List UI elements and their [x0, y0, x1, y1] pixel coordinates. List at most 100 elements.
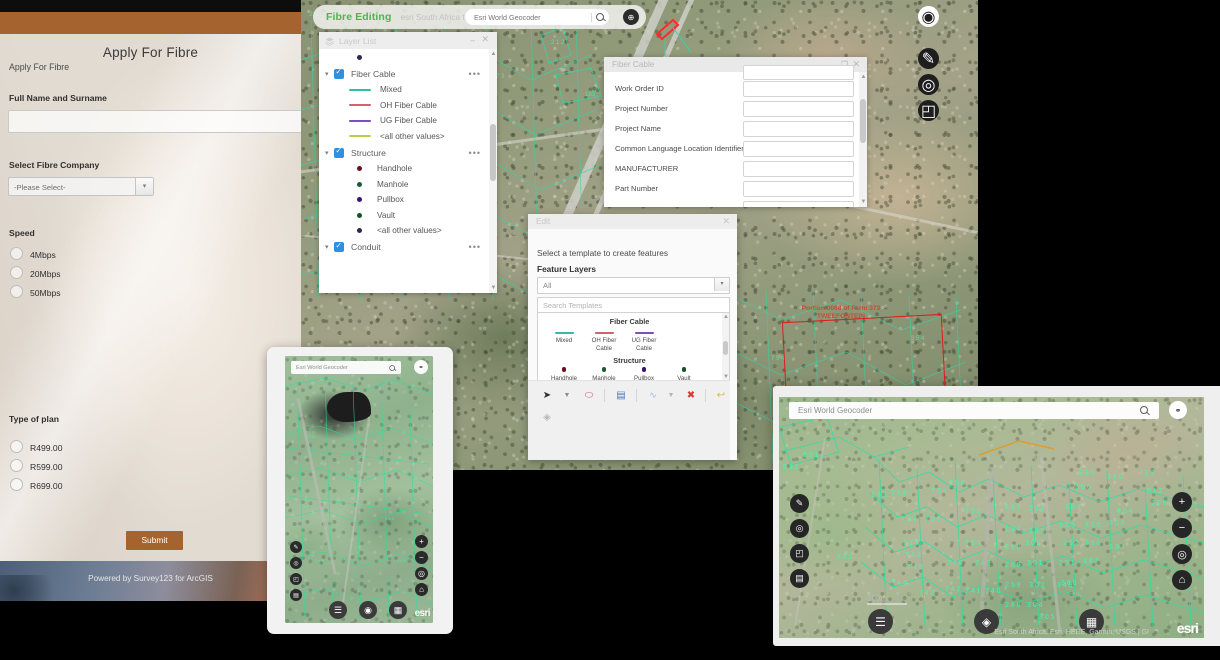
list-item[interactable]: Pullbox — [319, 192, 489, 208]
list-item[interactable]: OH Fiber Cable — [319, 98, 489, 114]
measure-icon[interactable]: ◎ — [918, 74, 939, 95]
layer-group-conduit[interactable]: ▾ Conduit ••• — [319, 239, 489, 256]
template-gallery[interactable]: Fiber Cable Mixed OH Fiber Cable UG Fibe… — [537, 312, 730, 382]
link-icon[interactable]: ⚭ — [414, 360, 428, 374]
basemap-icon[interactable]: ◰ — [790, 544, 809, 563]
project-number-input[interactable] — [743, 101, 854, 117]
part-number-input[interactable] — [743, 181, 854, 197]
template-search-input[interactable]: Search Templates — [537, 297, 730, 313]
attribute-input-partial[interactable] — [743, 65, 854, 80]
legend-icon[interactable]: ▤ — [290, 589, 302, 601]
delete-tool-icon[interactable]: ✖ — [683, 387, 699, 403]
search-icon[interactable] — [1136, 403, 1153, 419]
list-item[interactable] — [319, 49, 489, 65]
eraser-tool-icon[interactable]: ⬭ — [581, 387, 597, 403]
layer-visibility-checkbox[interactable] — [334, 69, 344, 79]
list-item[interactable]: Mixed — [319, 82, 489, 98]
snapping-tool-icon[interactable]: ◈ — [539, 409, 555, 425]
speed-option-50mbps[interactable]: 50Mbps — [10, 285, 61, 298]
basemap-icon[interactable]: ◰ — [290, 573, 302, 585]
basemap-gallery-icon[interactable]: ◉ — [359, 601, 377, 619]
list-item[interactable]: <all other values> — [319, 129, 489, 145]
chevron-down-icon[interactable]: ▾ — [325, 243, 334, 251]
locate-icon[interactable]: ◎ — [415, 567, 428, 580]
speed-option-4mbps[interactable]: 4Mbps — [10, 247, 56, 260]
edit-icon[interactable]: ✎ — [290, 541, 302, 553]
scroll-up-icon[interactable]: ▲ — [861, 74, 867, 80]
geocoder-search-box[interactable] — [465, 9, 609, 25]
attribute-panel-scrollbar[interactable]: ▲ ▼ — [859, 72, 867, 207]
clli-input[interactable] — [743, 141, 854, 157]
radio-button[interactable] — [10, 247, 23, 260]
globe-icon[interactable]: ⊕ — [623, 9, 639, 25]
plan-option-r599[interactable]: R599.00 — [10, 459, 63, 472]
attribute-row-part-number[interactable]: Part Number — [604, 179, 859, 199]
layer-group-fiber-cable[interactable]: ▾ Fiber Cable ••• — [319, 65, 489, 82]
chevron-down-icon[interactable]: ▾ — [714, 278, 729, 291]
radio-button[interactable] — [10, 459, 23, 472]
project-name-input[interactable] — [743, 121, 854, 137]
legend-icon[interactable]: ▤ — [790, 569, 809, 588]
template-item-oh-fiber-cable[interactable]: OH Fiber Cable — [586, 332, 622, 352]
home-icon[interactable]: ⌂ — [1172, 570, 1192, 590]
zoom-in-icon[interactable]: + — [415, 535, 428, 548]
tablet-search-box[interactable]: Esri World Geocoder — [789, 402, 1159, 419]
select-tool-icon[interactable]: ➤ — [539, 387, 555, 403]
radio-button[interactable] — [10, 478, 23, 491]
ellipsis-icon[interactable]: ••• — [469, 69, 481, 79]
layer-list-body[interactable]: ▾ Fiber Cable ••• Mixed OH Fiber Cable U… — [319, 49, 489, 293]
scroll-down-icon[interactable]: ▼ — [861, 199, 867, 205]
reshape-tool-icon[interactable]: ∿ — [645, 387, 661, 403]
work-order-id-input[interactable] — [743, 81, 854, 97]
link-icon[interactable]: ⚭ — [1169, 401, 1187, 419]
plan-option-r699[interactable]: R699.00 — [10, 478, 63, 491]
chevron-down-icon[interactable]: ▾ — [325, 70, 334, 78]
scrollbar-thumb[interactable] — [490, 124, 496, 181]
feature-layers-select[interactable]: All ▾ — [537, 277, 730, 294]
ellipsis-icon[interactable]: ••• — [469, 242, 481, 252]
home-icon[interactable]: ⌂ — [415, 583, 428, 596]
attribute-row-project-number[interactable]: Project Number — [604, 99, 859, 119]
template-item-mixed[interactable]: Mixed — [546, 332, 582, 345]
edit-icon[interactable]: ✎ — [918, 48, 939, 69]
layer-group-structure[interactable]: ▾ Structure ••• — [319, 144, 489, 161]
scroll-down-icon[interactable]: ▼ — [491, 285, 497, 291]
measure-icon[interactable]: ◎ — [790, 519, 809, 538]
list-item[interactable]: <all other values> — [319, 223, 489, 239]
list-item[interactable]: Manhole — [319, 177, 489, 193]
speed-option-20mbps[interactable]: 20Mbps — [10, 266, 61, 279]
ellipsis-icon[interactable]: ••• — [469, 148, 481, 158]
phone-map-view[interactable]: 7 6 37 5 4 2 9 07 4 6 3 0 57 2 2 Esri Wo… — [285, 356, 433, 623]
close-icon[interactable]: ✕ — [722, 216, 730, 227]
template-item-ug-fiber-cable[interactable]: UG Fiber Cable — [626, 332, 662, 352]
scroll-up-icon[interactable]: ▲ — [723, 314, 729, 320]
attribute-row-next[interactable] — [604, 199, 859, 207]
attribute-input-next[interactable] — [743, 201, 854, 208]
scrollbar-thumb[interactable] — [860, 99, 866, 143]
attribute-row-clli[interactable]: Common Language Location Identifier — [604, 139, 859, 159]
attribute-row-work-order-id[interactable]: Work Order ID — [604, 79, 859, 99]
tablet-map-view[interactable]: 8 5 18 3 2 7 6 37 5 8 7 5 47 6 8 7 6 87 … — [779, 397, 1204, 638]
zoom-in-icon[interactable]: + — [1172, 492, 1192, 512]
measure-icon[interactable]: ◎ — [290, 557, 302, 569]
scroll-up-icon[interactable]: ▲ — [491, 51, 497, 57]
layer-list-icon[interactable]: ☰ — [868, 609, 893, 634]
layer-visibility-checkbox[interactable] — [334, 242, 344, 252]
zoom-out-icon[interactable]: − — [1172, 518, 1192, 538]
search-icon[interactable] — [592, 9, 609, 25]
submit-button[interactable]: Submit — [126, 531, 183, 550]
template-gallery-scrollbar[interactable]: ▲ ▼ — [722, 313, 729, 381]
phone-search-box[interactable]: Esri World Geocoder — [291, 361, 401, 374]
locate-icon[interactable]: ◎ — [1172, 544, 1192, 564]
plan-option-r499[interactable]: R499.00 — [10, 440, 63, 453]
attribute-form-body[interactable]: Work Order ID Project Number Project Nam… — [604, 72, 859, 207]
edit-attributes-tool-icon[interactable]: ▤ — [613, 387, 629, 403]
eye-icon[interactable]: ◉ — [918, 6, 939, 27]
minimize-icon[interactable]: – — [470, 35, 475, 45]
search-icon[interactable] — [386, 362, 398, 374]
list-item[interactable]: Vault — [319, 208, 489, 224]
list-item[interactable]: UG Fiber Cable — [319, 113, 489, 129]
zoom-out-icon[interactable]: − — [415, 551, 428, 564]
layer-list-icon[interactable]: ☰ — [329, 601, 347, 619]
basemap-icon[interactable]: ◰ — [918, 100, 939, 121]
